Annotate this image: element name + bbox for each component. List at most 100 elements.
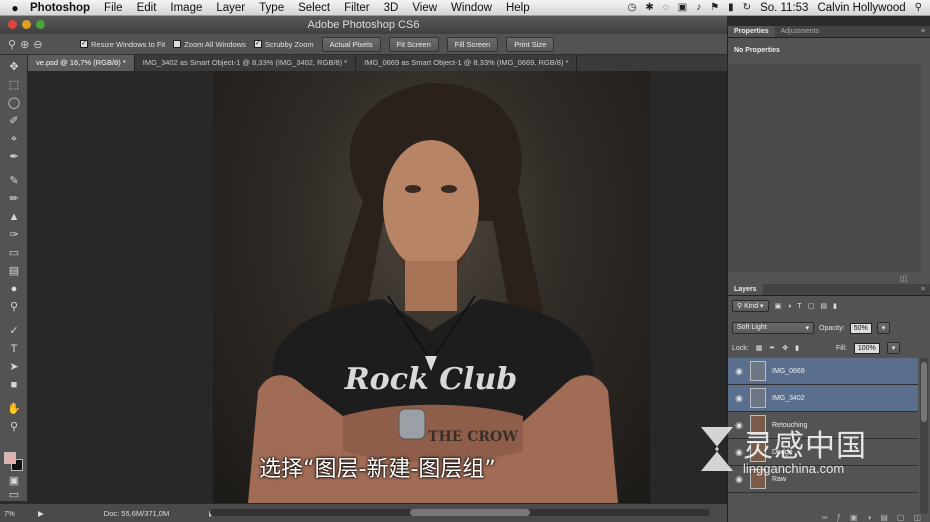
zoom-all-checkbox[interactable]: Zoom All Windows xyxy=(173,40,246,49)
opacity-input[interactable]: 50% xyxy=(849,322,872,334)
hand-tool-icon[interactable]: ✋ xyxy=(0,401,28,417)
layer-name[interactable]: IMG_3402 xyxy=(772,395,805,402)
layer-row[interactable]: ◉ IMG_0669 xyxy=(728,358,918,385)
tab-img-0669[interactable]: IMG_0669 as Smart Object-1 @ 8,33% (IMG_… xyxy=(356,55,578,71)
layer-filter-kind[interactable]: ⚲ Kind ▾ xyxy=(732,300,769,312)
minimize-icon[interactable] xyxy=(22,20,31,29)
tab-document-active[interactable]: ve.psd @ 16,7% (RGB/8) * xyxy=(28,55,135,71)
print-size-button[interactable]: Print Size xyxy=(506,36,555,52)
lasso-tool-icon[interactable]: ◯ xyxy=(0,95,28,111)
quick-select-tool-icon[interactable]: ✐ xyxy=(0,113,28,129)
opacity-dropdown-icon[interactable]: ▾ xyxy=(876,322,891,334)
volume-icon[interactable]: ♪ xyxy=(696,2,701,13)
bluetooth-icon[interactable]: ✱ xyxy=(645,2,653,13)
layers-scroll-thumb[interactable] xyxy=(921,362,927,422)
screen-mode-icon[interactable]: ▭ xyxy=(0,487,28,503)
type-tool-icon[interactable]: T xyxy=(0,341,28,357)
clone-stamp-tool-icon[interactable]: ▲ xyxy=(0,209,28,225)
tab-layers[interactable]: Layers xyxy=(728,284,763,295)
menu-file[interactable]: File xyxy=(104,2,123,14)
gradient-tool-icon[interactable]: ▤ xyxy=(0,263,28,279)
dodge-tool-icon[interactable]: ⚲ xyxy=(0,299,28,315)
menubar-clock[interactable]: So. 11:53 xyxy=(760,2,808,14)
lock-pixels-icon[interactable]: ✒ xyxy=(769,344,775,352)
filter-type-icon[interactable]: T xyxy=(797,303,801,310)
zoom-tool-preset[interactable]: ⚲ ⊕ ⊖ xyxy=(0,34,80,55)
wifi-icon[interactable]: ◌ xyxy=(663,2,669,13)
menu-layer[interactable]: Layer xyxy=(216,2,245,14)
spotlight-icon[interactable]: ⚲ xyxy=(915,2,922,13)
panel-menu-icon[interactable]: ≡ xyxy=(915,26,930,37)
resize-windows-checkbox[interactable]: ✓ Resize Windows to Fit xyxy=(80,40,165,49)
filter-pixel-icon[interactable]: ▣ xyxy=(775,302,782,310)
apple-icon[interactable]: ● xyxy=(0,1,30,15)
menu-type[interactable]: Type xyxy=(259,2,284,14)
sync-icon[interactable]: ↻ xyxy=(743,2,751,13)
menu-filter[interactable]: Filter xyxy=(344,2,370,14)
tab-img-3402[interactable]: IMG_3402 as Smart Object-1 @ 8,33% (IMG_… xyxy=(135,55,357,71)
layers-scrollbar[interactable] xyxy=(920,358,928,513)
layer-row[interactable]: ◉ IMG_3402 xyxy=(728,385,918,412)
blur-tool-icon[interactable]: ● xyxy=(0,281,28,297)
trash-icon[interactable]: ◫ xyxy=(900,274,908,283)
eye-icon[interactable]: ◉ xyxy=(728,366,750,377)
menu-help[interactable]: Help xyxy=(506,2,530,14)
menu-window[interactable]: Window xyxy=(451,2,492,14)
menu-edit[interactable]: Edit xyxy=(137,2,157,14)
zoom-in-icon[interactable]: ⊕ xyxy=(20,38,29,51)
menu-3d[interactable]: 3D xyxy=(384,2,399,14)
foreground-color-swatch[interactable] xyxy=(4,452,16,464)
eraser-tool-icon[interactable]: ▭ xyxy=(0,245,28,261)
pen-tool-icon[interactable]: ✓ xyxy=(0,323,28,339)
zoom-icon[interactable] xyxy=(36,20,45,29)
fill-screen-button[interactable]: Fill Screen xyxy=(446,36,499,52)
flag-icon[interactable]: ⚑ xyxy=(710,2,719,13)
zoom-out-icon[interactable]: ⊖ xyxy=(33,38,42,51)
zoom-tool-icon[interactable]: ⚲ xyxy=(0,419,28,435)
tab-properties[interactable]: Properties xyxy=(728,26,775,37)
close-icon[interactable] xyxy=(8,20,17,29)
new-group-icon[interactable]: ▤ xyxy=(880,513,888,522)
eye-icon[interactable]: ◉ xyxy=(728,393,750,404)
menu-image[interactable]: Image xyxy=(170,2,202,14)
healing-brush-tool-icon[interactable]: ✎ xyxy=(0,173,28,189)
shape-tool-icon[interactable]: ■ xyxy=(0,377,28,393)
menu-app-name[interactable]: Photoshop xyxy=(30,2,90,14)
new-layer-icon[interactable]: ▢ xyxy=(897,513,905,522)
lock-position-icon[interactable]: ✥ xyxy=(782,344,788,352)
fill-input[interactable]: 100% xyxy=(853,342,880,354)
fill-dropdown-icon[interactable]: ▾ xyxy=(886,342,901,354)
actual-pixels-button[interactable]: Actual Pixels xyxy=(321,36,381,52)
filter-toggle-icon[interactable]: ▮ xyxy=(833,302,837,310)
delete-layer-icon[interactable]: ◫ xyxy=(913,513,921,522)
zoom-level[interactable]: 7% xyxy=(0,509,22,518)
move-tool-icon[interactable]: ✥ xyxy=(0,59,28,75)
layer-name[interactable]: IMG_0669 xyxy=(772,368,805,375)
menu-view[interactable]: View xyxy=(412,2,437,14)
horizontal-scrollbar[interactable] xyxy=(210,509,710,516)
scrubby-zoom-checkbox[interactable]: ✓ Scrubby Zoom xyxy=(253,40,314,49)
history-brush-tool-icon[interactable]: ✑ xyxy=(0,227,28,243)
eyedropper-tool-icon[interactable]: ✒ xyxy=(0,149,28,165)
filter-shape-icon[interactable]: ▢ xyxy=(808,302,815,310)
marquee-tool-icon[interactable]: ⬚ xyxy=(0,77,28,93)
lock-transparent-icon[interactable]: ▦ xyxy=(756,344,763,352)
clock-icon[interactable]: ◷ xyxy=(628,2,637,13)
menu-select[interactable]: Select xyxy=(298,2,330,14)
fit-screen-button[interactable]: Fit Screen xyxy=(388,36,439,52)
portrait-photo[interactable]: Rock Club THE CROW xyxy=(213,71,650,503)
crop-tool-icon[interactable]: ⌖ xyxy=(0,131,28,147)
document-canvas[interactable]: Rock Club THE CROW 选择“图层-新建-图层组” xyxy=(28,71,727,503)
adjustment-layer-icon[interactable]: ◑ xyxy=(866,513,871,522)
tab-adjustments[interactable]: Adjustments xyxy=(775,26,826,37)
battery-icon[interactable]: ▮ xyxy=(728,2,734,13)
status-info-icon[interactable]: ▶ xyxy=(38,509,44,518)
display-icon[interactable]: ▣ xyxy=(678,2,687,13)
scrollbar-thumb[interactable] xyxy=(410,509,530,516)
path-select-tool-icon[interactable]: ➤ xyxy=(0,359,28,375)
fx-icon[interactable]: ƒ xyxy=(836,513,840,522)
layers-menu-icon[interactable]: ≡ xyxy=(915,284,930,295)
filter-smart-icon[interactable]: ▤ xyxy=(820,302,827,310)
lock-all-icon[interactable]: ▮ xyxy=(795,344,799,352)
filter-adjustment-icon[interactable]: ◑ xyxy=(787,303,791,310)
